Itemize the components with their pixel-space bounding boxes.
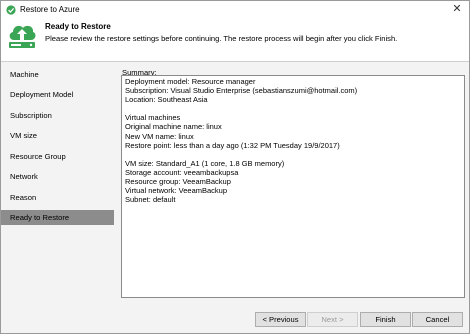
sidebar-item-machine[interactable]: Machine (1, 67, 114, 82)
cancel-button[interactable]: Cancel (412, 312, 463, 327)
sidebar-item-vm-size[interactable]: VM size (1, 128, 114, 143)
close-icon[interactable]: ✕ (449, 2, 465, 18)
cloud-upload-icon (9, 25, 36, 48)
finish-button[interactable]: Finish (360, 312, 411, 327)
veeam-app-icon (6, 5, 16, 15)
wizard-header: Ready to Restore Please review the resto… (1, 19, 469, 61)
sidebar-item-subscription[interactable]: Subscription (1, 108, 114, 123)
next-button[interactable]: Next > (307, 312, 358, 327)
summary-panel: Summary: Deployment model: Resource mana… (114, 62, 469, 300)
restore-to-azure-window: Restore to Azure ✕ Ready to Restore Plea… (0, 0, 470, 334)
page-title: Ready to Restore (45, 22, 111, 31)
page-subtitle: Please review the restore settings befor… (45, 34, 398, 43)
sidebar-item-network[interactable]: Network (1, 169, 114, 184)
title-bar: Restore to Azure ✕ (1, 1, 469, 19)
previous-button[interactable]: < Previous (255, 312, 306, 327)
summary-textbox[interactable]: Deployment model: Resource manager Subsc… (121, 75, 465, 298)
sidebar-item-deployment-model[interactable]: Deployment Model (1, 87, 114, 102)
sidebar-item-reason[interactable]: Reason (1, 190, 114, 205)
wizard-footer: < Previous Next > Finish Cancel (1, 300, 469, 333)
sidebar-item-ready-to-restore[interactable]: Ready to Restore (1, 210, 114, 225)
window-title: Restore to Azure (20, 5, 80, 14)
sidebar-item-resource-group[interactable]: Resource Group (1, 149, 114, 164)
wizard-steps-sidebar: Machine Deployment Model Subscription VM… (1, 62, 114, 300)
